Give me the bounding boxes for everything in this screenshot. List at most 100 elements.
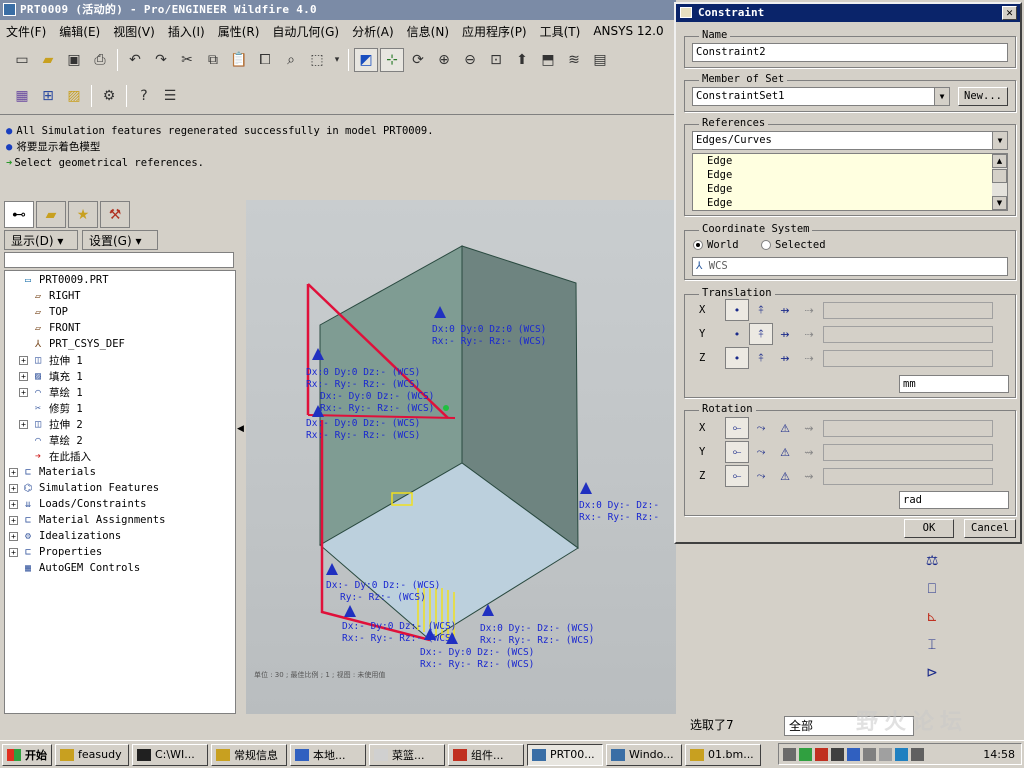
chevron-down-icon[interactable]: ▼ [992, 132, 1007, 149]
rotation-function-icon[interactable]: ⇝ [797, 465, 821, 487]
tray-app-icon[interactable] [895, 747, 908, 761]
tray-app-icon[interactable] [879, 747, 892, 761]
pin-constraint-icon[interactable]: ⊳ [920, 662, 944, 684]
tree-item[interactable]: + ⇊ Loads/Constraints [5, 496, 235, 512]
layers-icon[interactable]: ≋ [562, 48, 586, 72]
rotation-fixed-icon[interactable]: ⤳ [749, 417, 773, 439]
tree-item[interactable]: + ⊏ Material Assignments [5, 512, 235, 528]
fixed-icon[interactable]: ⤉ [749, 347, 773, 369]
new-set-button[interactable]: New... [958, 87, 1008, 106]
collapse-arrow-icon[interactable]: ◀ [237, 424, 244, 434]
rotation-z-value[interactable] [823, 467, 993, 485]
scroll-down-icon[interactable]: ▼ [992, 196, 1007, 210]
menu-insert[interactable]: 插入(I) [168, 23, 205, 40]
cut-icon[interactable]: ✂ [175, 48, 199, 72]
rotation-y-value[interactable] [823, 443, 993, 461]
fixed-icon[interactable]: ⤉ [749, 323, 773, 345]
tree-item[interactable]: + ⊏ Properties [5, 544, 235, 560]
selected-radio[interactable]: Selected [761, 239, 826, 251]
model-display-icon[interactable]: ▨ [62, 84, 86, 108]
taskbar-item[interactable]: PRT00... [527, 743, 603, 766]
graphics-viewport[interactable] [246, 200, 676, 714]
copy-icon[interactable]: ⧉ [201, 48, 225, 72]
tree-item[interactable]: ▦ AutoGEM Controls [5, 560, 235, 576]
close-icon[interactable]: ✕ [1002, 6, 1017, 20]
tab-favorites[interactable]: ★ [68, 201, 98, 228]
tab-folder-browser[interactable]: ▰ [36, 201, 66, 228]
settings-menu-button[interactable]: 设置(G) ▾ [82, 230, 158, 250]
tree-item[interactable]: ➔ 在此插入 [5, 448, 235, 464]
translation-z-value[interactable] [823, 349, 993, 367]
reference-item[interactable]: Edge [693, 182, 1007, 196]
menu-tools[interactable]: 工具(T) [540, 23, 581, 40]
tree-item[interactable]: + ⌒ 草绘 1 [5, 384, 235, 400]
taskbar-item[interactable]: C:\WI... [132, 743, 208, 766]
rotation-free-icon[interactable]: ⟜ [725, 465, 749, 487]
network-icon[interactable] [799, 747, 812, 761]
rotation-fixed-icon[interactable]: ⤳ [749, 465, 773, 487]
menu-properties[interactable]: 属性(R) [218, 23, 260, 40]
refit-icon[interactable]: ⊡ [484, 48, 508, 72]
datum-planes-icon[interactable]: ▦ [10, 84, 34, 108]
model-tree-settings-icon[interactable]: ⚙ [97, 84, 121, 108]
translation-units-field[interactable]: mm [899, 375, 1009, 393]
taskbar-item[interactable]: Windo... [606, 743, 682, 766]
reference-item[interactable]: Edge [693, 154, 1007, 168]
ime-icon[interactable] [847, 747, 860, 761]
tray-app-icon[interactable] [863, 747, 876, 761]
chevron-down-icon[interactable]: ▼ [934, 88, 949, 105]
free-icon[interactable]: • [725, 323, 749, 345]
show-menu-button[interactable]: 显示(D) ▾ [4, 230, 78, 250]
function-icon[interactable]: ⇢ [797, 323, 821, 345]
menu-ansys[interactable]: ANSYS 12.0 [593, 24, 663, 38]
context-help-icon[interactable]: ? [132, 84, 156, 108]
expand-icon[interactable]: + [19, 387, 28, 397]
clock[interactable]: 14:58 [983, 748, 1015, 761]
csys-field[interactable]: ⅄ WCS [692, 257, 1008, 276]
taskbar-item[interactable]: 01.bm... [685, 743, 761, 766]
info-window-icon[interactable]: ☰ [158, 84, 182, 108]
free-icon[interactable]: • [725, 299, 749, 321]
name-field[interactable]: Constraint2 [692, 43, 1008, 62]
find-icon[interactable]: ⌕ [279, 48, 303, 72]
expand-icon[interactable]: + [9, 483, 18, 493]
tree-item[interactable]: + ⚙ Idealizations [5, 528, 235, 544]
redo-icon[interactable]: ↷ [149, 48, 173, 72]
expand-icon[interactable]: + [19, 355, 28, 365]
open-folder-icon[interactable]: ▰ [36, 48, 60, 72]
datum-axes-icon[interactable]: ⊞ [36, 84, 60, 108]
taskbar-item[interactable]: 常规信息 [211, 743, 287, 766]
planar-constraint-icon[interactable]: ⌶ [920, 634, 944, 656]
tree-item[interactable]: + ◫ 拉伸 2 [5, 416, 235, 432]
menu-view[interactable]: 视图(V) [113, 23, 155, 40]
references-scrollbar[interactable]: ▲ ▼ [992, 154, 1007, 210]
selection-dropdown-icon[interactable]: ▾ [331, 48, 343, 72]
tree-item[interactable]: + ▨ 填充 1 [5, 368, 235, 384]
reference-item[interactable]: Edge [693, 168, 1007, 182]
menu-info[interactable]: 信息(N) [407, 23, 449, 40]
displacement-constraint-icon[interactable]: ⊾ [920, 606, 944, 628]
expand-icon[interactable]: + [9, 547, 18, 557]
expand-icon[interactable]: + [9, 467, 18, 477]
keyboard-icon[interactable] [783, 747, 796, 761]
free-icon[interactable]: • [725, 347, 749, 369]
antivirus-icon[interactable] [831, 747, 844, 761]
rotation-function-icon[interactable]: ⇝ [797, 441, 821, 463]
regenerate-icon[interactable]: ◩ [354, 48, 378, 72]
expand-icon[interactable]: + [9, 531, 18, 541]
print-icon[interactable]: ⎙ [88, 48, 112, 72]
rotation-fixed-icon[interactable]: ⤳ [749, 441, 773, 463]
rotation-free-icon[interactable]: ⟜ [725, 417, 749, 439]
selection-box-icon[interactable]: ⬚ [305, 48, 329, 72]
start-button[interactable]: 开始 [2, 743, 52, 766]
save-icon[interactable]: ▣ [62, 48, 86, 72]
function-icon[interactable]: ⇢ [797, 299, 821, 321]
cancel-button[interactable]: Cancel [964, 519, 1016, 538]
rotation-function-icon[interactable]: ⇝ [797, 417, 821, 439]
pressure-load-icon[interactable]: ⎕ [920, 578, 944, 600]
tree-item[interactable]: ⌒ 草绘 2 [5, 432, 235, 448]
menu-analysis[interactable]: 分析(A) [352, 23, 394, 40]
tree-item[interactable]: ▱ FRONT [5, 320, 235, 336]
prescribed-icon[interactable]: ⇸ [773, 347, 797, 369]
expand-icon[interactable]: + [9, 515, 18, 525]
